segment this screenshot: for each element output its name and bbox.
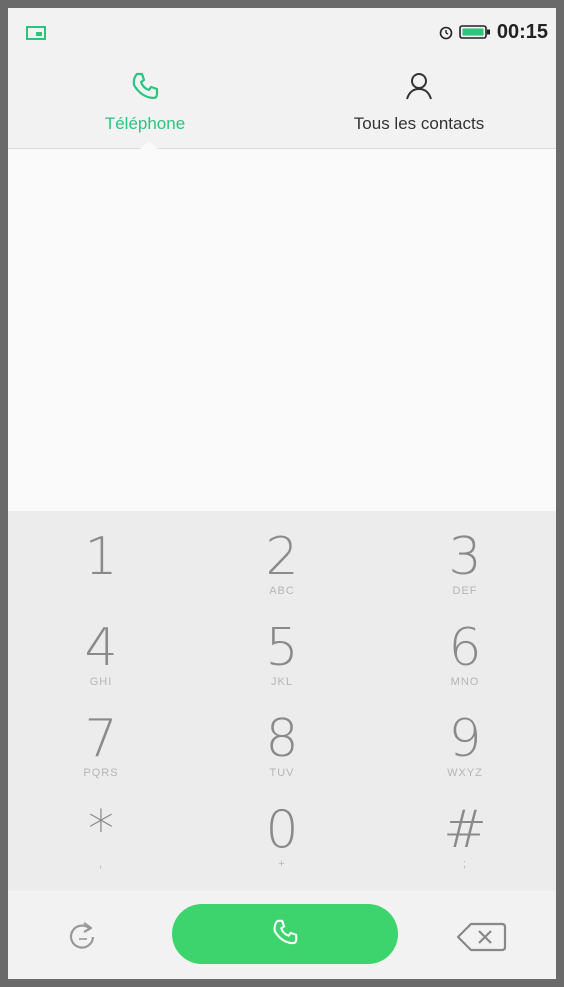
tab-phone-label: Téléphone [104,113,186,133]
key-digit: 9 [448,709,482,769]
key-6[interactable]: 6 MNO [390,612,540,702]
call-button[interactable] [172,904,398,964]
key-digit: # [443,800,487,860]
key-digit: * [88,800,114,860]
key-digit: 0 [265,800,299,860]
status-right: 00:15 [439,20,548,44]
key-letters: MNO [450,676,480,688]
key-digit: 5 [265,618,299,678]
key-letters: ABC [269,585,295,597]
active-tab-indicator [140,141,158,149]
key-2[interactable]: 2 ABC [207,521,357,611]
key-letters: + [278,858,286,870]
key-9[interactable]: 9 WXYZ [390,703,540,793]
key-letters: JKL [271,676,293,688]
tab-bar: Téléphone Tous les contacts [8,56,556,149]
bottom-action-bar [8,891,556,979]
redial-button[interactable] [60,915,104,959]
key-letters: TUV [269,767,295,779]
redial-icon [60,922,104,963]
phone-icon [130,71,160,106]
key-letters: , [98,858,104,870]
tab-contacts[interactable]: Tous les contacts [282,56,556,148]
key-digit: 2 [265,527,299,587]
alarm-icon [439,24,453,40]
person-icon [404,71,434,106]
key-1[interactable]: 1 [26,521,176,611]
key-digit: 1 [84,527,118,587]
key-letters: PQRS [83,767,119,779]
key-digit: 7 [84,709,118,769]
key-7[interactable]: 7 PQRS [26,703,176,793]
key-letters: GHI [89,676,113,688]
key-letters: DEF [452,585,478,597]
phone-screen: 00:15 Téléphone Tous les contacts 1 2 AB… [8,8,556,979]
key-digit: 4 [84,618,118,678]
key-digit: 8 [265,709,299,769]
key-4[interactable]: 4 GHI [26,612,176,702]
key-letters: WXYZ [447,767,483,779]
key-digit: 6 [448,618,482,678]
key-0[interactable]: 0 + [207,794,357,884]
status-time: 00:15 [496,20,548,43]
number-display [8,149,556,511]
key-letters: ; [462,858,468,870]
dial-keypad: 1 2 ABC 3 DEF 4 GHI 5 JKL 6 MNO 7 PQRS 8 [8,511,556,891]
key-digit: 3 [448,527,482,587]
tab-contacts-label: Tous les contacts [353,113,485,133]
key-5[interactable]: 5 JKL [207,612,357,702]
key-8[interactable]: 8 TUV [207,703,357,793]
phone-icon [271,918,299,951]
status-bar: 00:15 [8,8,556,56]
tab-phone[interactable]: Téléphone [8,56,282,148]
backspace-button[interactable] [455,919,507,955]
key-star[interactable]: * , [26,794,176,884]
key-hash[interactable]: # ; [390,794,540,884]
screenshot-icon [26,26,46,40]
key-3[interactable]: 3 DEF [390,521,540,611]
backspace-icon [455,922,507,959]
battery-icon [459,24,491,40]
